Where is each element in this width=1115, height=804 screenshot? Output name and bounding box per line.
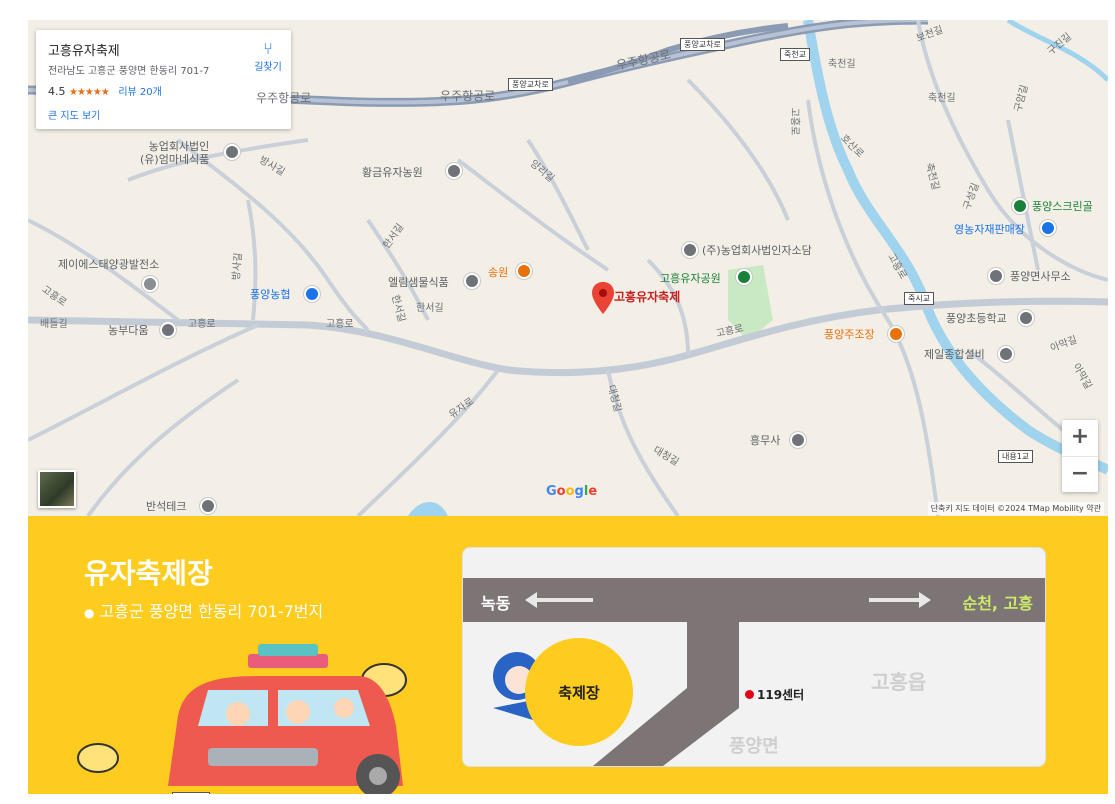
place-pin-icon[interactable]: [998, 346, 1014, 362]
zoom-control: + −: [1062, 420, 1098, 492]
reviews-link[interactable]: 리뷰 20개: [118, 87, 162, 98]
place-label[interactable]: 흥무사: [750, 434, 780, 447]
golf-icon[interactable]: [1012, 198, 1028, 214]
place-label[interactable]: 풍양농협: [250, 288, 290, 301]
festival-location-banner: 유자축제장 ● 고흥군 풍양면 한동리 701-7번지 8888: [28, 516, 1108, 794]
place-label[interactable]: 엘림샘물식품: [388, 276, 449, 289]
place-label[interactable]: 제일종합설비: [924, 348, 985, 361]
road-label: 우주항공로: [440, 89, 496, 103]
place-pin-icon[interactable]: [682, 242, 698, 258]
banner-title: 유자축제장: [84, 557, 213, 590]
bridge-badge: 죽시교: [904, 292, 935, 305]
road-label: 배들길: [40, 319, 68, 330]
bridge-badge: 죽천교: [780, 48, 811, 61]
place-pin-icon[interactable]: [160, 322, 176, 338]
car-illustration: [77, 644, 407, 794]
place-label[interactable]: 제이에스태양광발전소: [58, 258, 159, 271]
place-label[interactable]: 농업회사법인 (유)엄마네식품: [140, 140, 209, 166]
restaurant-icon[interactable]: [516, 263, 532, 279]
road-label: 고흥로: [788, 107, 800, 136]
location-marker-icon[interactable]: [592, 282, 614, 314]
place-pin-icon[interactable]: [200, 498, 216, 514]
road-label: 한서길: [416, 303, 444, 314]
rating-value: 4.5: [48, 85, 66, 98]
place-label[interactable]: 풍양주조장: [824, 328, 875, 341]
direction-right-label: 순천, 고흥: [962, 594, 1033, 613]
place-info-card: 고흥유자축제 전라남도 고흥군 풍양면 한동리 701-7 4.5 ★★★★★ …: [36, 30, 291, 129]
place-label[interactable]: 풍양면사무소: [1010, 270, 1071, 283]
junction-badge: 풍양교차로: [680, 38, 725, 51]
place-label[interactable]: 농부다움: [108, 324, 148, 337]
google-logo: Google: [546, 484, 598, 499]
road-label: 고흥로: [188, 319, 216, 330]
place-pin-icon[interactable]: [224, 144, 240, 160]
junction-badge: 풍양교차로: [508, 78, 553, 91]
school-icon[interactable]: [1018, 310, 1034, 326]
larger-map-link[interactable]: 큰 지도 보기: [48, 107, 100, 122]
festival-site-label: 축제장: [558, 684, 600, 702]
place-pin-icon[interactable]: [446, 163, 462, 179]
satellite-toggle[interactable]: [38, 470, 76, 508]
directions-label: 길찾기: [254, 62, 282, 73]
map-view[interactable]: 고흥유자축제 전라남도 고흥군 풍양면 한동리 701-7 4.5 ★★★★★ …: [28, 20, 1108, 516]
place-pin-icon[interactable]: [464, 273, 480, 289]
temple-icon[interactable]: [790, 432, 806, 448]
road-label: 축천길: [928, 93, 956, 104]
place-label[interactable]: 고흥유자공원: [660, 272, 721, 285]
place-label[interactable]: 반석테크: [146, 500, 186, 513]
license-plate: 8888: [172, 792, 210, 794]
place-label[interactable]: 영농자재판매장: [954, 223, 1025, 236]
direction-left-label: 녹동: [481, 594, 511, 613]
place-label[interactable]: 풍양초등학교: [946, 312, 1007, 325]
road-label: 우주항공로: [256, 91, 312, 105]
park-icon[interactable]: [736, 269, 752, 285]
shopping-cart-icon[interactable]: [304, 286, 320, 302]
road-label: 축천길: [828, 59, 856, 70]
place-label[interactable]: (주)농업회사법인자소담: [702, 244, 812, 257]
shop-icon[interactable]: [1040, 220, 1056, 236]
factory-icon[interactable]: [142, 276, 158, 292]
fire-station-label: 119센터: [745, 686, 804, 703]
place-label[interactable]: 풍양스크린골: [1032, 200, 1093, 213]
banner-address: ● 고흥군 풍양면 한동리 701-7번지: [84, 598, 323, 622]
place-pin-icon[interactable]: [988, 268, 1004, 284]
area-label-pungyang: 풍양면: [729, 736, 779, 757]
star-rating-icon: ★★★★★: [69, 87, 110, 98]
place-rating: 4.5 ★★★★★ 리뷰 20개: [48, 83, 162, 98]
location-pin-icon: ●: [84, 606, 95, 620]
zoom-out-button[interactable]: −: [1062, 456, 1098, 493]
directions-button[interactable]: ⑂ 길찾기: [248, 39, 288, 74]
bar-icon[interactable]: [888, 326, 904, 342]
map-attribution[interactable]: 단축키 지도 데이터 ©2024 TMap Mobility 약관: [927, 502, 1104, 515]
place-address: 전라남도 고흥군 풍양면 한동리 701-7: [48, 66, 210, 77]
fire-station-text: 119센터: [757, 688, 805, 702]
area-label-goheung: 고흥읍: [871, 670, 927, 694]
red-dot-icon: [745, 690, 754, 699]
place-title: 고흥유자축제: [48, 44, 120, 59]
festival-site-marker: 축제장: [525, 638, 633, 746]
directions-panel: 녹동 순천, 고흥 축제장 119센터 고흥읍 풍양면: [462, 547, 1046, 767]
bridge-badge: 내용1교: [998, 450, 1034, 463]
banner-address-text: 고흥군 풍양면 한동리 701-7번지: [99, 602, 324, 621]
place-label[interactable]: 송원: [488, 266, 508, 279]
road-label: 고흥로: [326, 319, 354, 330]
directions-icon: ⑂: [263, 39, 273, 58]
place-label[interactable]: 황금유자농원: [362, 166, 423, 179]
festival-place-label[interactable]: 고흥유자축제: [614, 291, 680, 304]
zoom-in-button[interactable]: +: [1062, 420, 1098, 456]
road-label: 방사길: [231, 252, 245, 281]
